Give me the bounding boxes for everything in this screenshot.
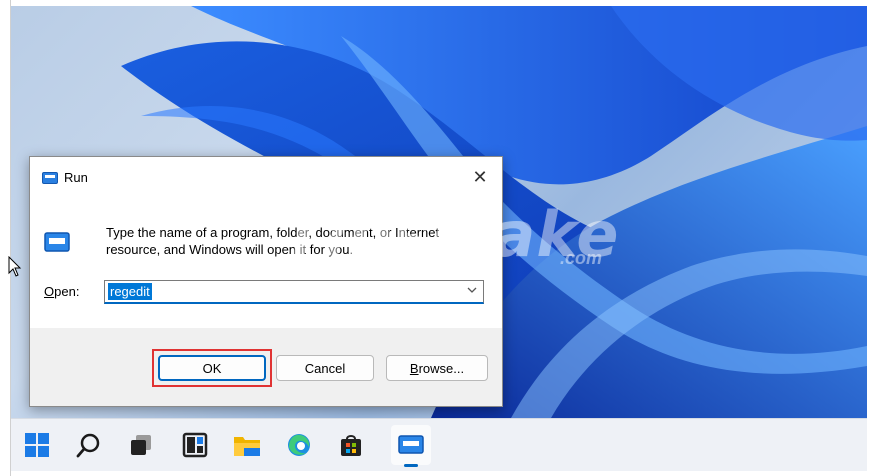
run-title-icon	[42, 171, 58, 184]
start-button[interactable]	[23, 431, 51, 459]
file-explorer-button[interactable]	[233, 431, 261, 459]
open-label-text: pen:	[54, 284, 80, 299]
ok-label: OK	[202, 360, 222, 376]
active-app-indicator	[404, 464, 418, 467]
taskbar	[11, 418, 867, 471]
cancel-label: Cancel	[304, 360, 346, 376]
widgets-button[interactable]	[181, 431, 209, 459]
run-program-icon	[44, 231, 70, 255]
open-input-value[interactable]: regedit	[108, 283, 152, 300]
browse-label: rowse...	[418, 360, 465, 376]
close-button[interactable]: ✕	[458, 157, 502, 197]
run-taskbar-button[interactable]	[397, 431, 425, 459]
store-button[interactable]	[337, 431, 365, 459]
start-icon	[25, 433, 49, 457]
browse-accel: B	[409, 360, 419, 376]
open-label-accel: O	[44, 284, 55, 299]
widgets-icon	[182, 432, 208, 458]
chevron-down-icon[interactable]	[465, 284, 479, 298]
search-button[interactable]	[75, 431, 103, 459]
edge-icon	[288, 434, 310, 456]
cancel-button[interactable]: Cancel	[276, 355, 374, 381]
file-explorer-icon	[234, 437, 260, 456]
task-view-button[interactable]	[127, 431, 155, 459]
open-combobox[interactable]: regedit	[104, 280, 484, 304]
run-title: Run	[64, 170, 88, 185]
run-icon	[398, 435, 424, 454]
open-label: Open:	[44, 284, 79, 299]
ok-button[interactable]: OK	[158, 355, 266, 381]
close-icon: ✕	[472, 166, 488, 187]
run-description: Type the name of a program, folder, docu…	[106, 225, 440, 257]
store-icon	[341, 435, 361, 456]
browse-button[interactable]: Browse...	[386, 355, 488, 381]
mouse-cursor-icon	[8, 255, 22, 278]
edge-button[interactable]	[285, 431, 313, 459]
search-icon	[76, 433, 100, 458]
screen: Run ✕ Type the name of a program, folder…	[0, 0, 869, 476]
task-view-icon	[131, 435, 151, 455]
run-body: Type the name of a program, folder, docu…	[30, 197, 502, 328]
run-dialog: Run ✕ Type the name of a program, folder…	[29, 156, 503, 407]
run-titlebar[interactable]: Run ✕	[30, 157, 502, 197]
